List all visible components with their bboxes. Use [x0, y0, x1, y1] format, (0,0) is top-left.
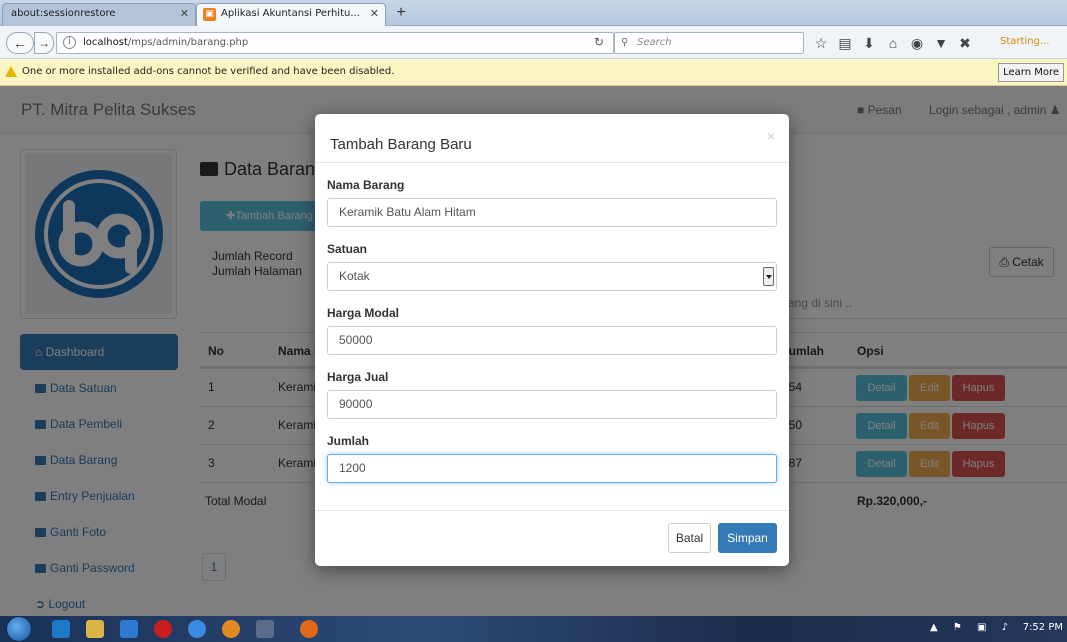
- chevron-down-icon[interactable]: [763, 267, 774, 286]
- url-host: localhost: [83, 37, 128, 48]
- satuan-label: Satuan: [327, 242, 368, 256]
- tab-aplikasi-akuntansi[interactable]: ▣ Aplikasi Akuntansi Perhitu... ✕: [196, 3, 386, 26]
- url-path: /mps/admin/barang.php: [127, 37, 249, 48]
- satuan-selected-value: Kotak: [339, 269, 370, 283]
- window-icon[interactable]: [256, 620, 274, 638]
- modal-header-divider: [315, 162, 789, 163]
- tab-session-restore[interactable]: about:sessionrestore ✕: [2, 3, 196, 26]
- warning-text: One or more installed add-ons cannot be …: [22, 66, 395, 77]
- extension-status: Starting...: [1000, 36, 1050, 47]
- home-icon[interactable]: ⌂: [884, 35, 902, 51]
- info-icon[interactable]: i: [63, 36, 76, 49]
- close-icon[interactable]: ×: [767, 128, 775, 144]
- url-bar[interactable]: i localhost/mps/admin/barang.php: [56, 32, 614, 54]
- browser-nav-bar: ← → i localhost/mps/admin/barang.php ↻ ⚲…: [0, 26, 1067, 59]
- modal-footer-divider: [315, 510, 789, 511]
- new-tab-button[interactable]: +: [390, 4, 412, 24]
- nama-barang-label: Nama Barang: [327, 178, 405, 192]
- jumlah-field[interactable]: 1200: [327, 454, 777, 483]
- pocket-icon[interactable]: ▼: [932, 35, 950, 51]
- reload-icon[interactable]: ↻: [594, 35, 604, 49]
- app-icon[interactable]: [120, 620, 138, 638]
- explorer-icon[interactable]: [86, 620, 104, 638]
- forward-button[interactable]: →: [34, 32, 54, 54]
- simpan-button[interactable]: Simpan: [718, 523, 777, 553]
- tab-label: Aplikasi Akuntansi Perhitu...: [221, 8, 360, 19]
- tab-label: about:sessionrestore: [11, 8, 116, 19]
- bookmarks-list-icon[interactable]: ▤: [836, 35, 854, 51]
- back-button[interactable]: ←: [6, 32, 34, 54]
- harga-modal-label: Harga Modal: [327, 306, 400, 320]
- tambah-barang-modal: Tambah Barang Baru × Nama Barang Keramik…: [315, 114, 789, 566]
- chat-icon[interactable]: ◉: [908, 35, 926, 51]
- firefox-icon[interactable]: [222, 620, 240, 638]
- addon-warning-bar: One or more installed add-ons cannot be …: [0, 59, 1067, 86]
- warning-icon: [5, 66, 17, 77]
- harga-jual-label: Harga Jual: [327, 370, 389, 384]
- learn-more-button[interactable]: Learn More: [998, 63, 1064, 82]
- ie-icon[interactable]: [52, 620, 70, 638]
- chrome-icon[interactable]: [188, 620, 206, 638]
- download-icon[interactable]: ⬇: [860, 35, 878, 51]
- start-button[interactable]: [6, 616, 32, 642]
- harga-jual-field[interactable]: 90000: [327, 390, 777, 419]
- search-bar[interactable]: ⚲ Search: [614, 32, 804, 54]
- tab-close-icon[interactable]: ✕: [370, 4, 379, 24]
- windows-taskbar: ▲ ⚑ ▣ ♪ 7:52 PM: [0, 616, 1067, 642]
- batal-button[interactable]: Batal: [668, 523, 711, 553]
- system-tray[interactable]: ▲ ⚑ ▣ ♪: [930, 622, 1014, 633]
- extension-icon[interactable]: ✖: [956, 35, 974, 51]
- jumlah-label: Jumlah: [327, 434, 370, 448]
- satuan-select[interactable]: Kotak: [327, 262, 777, 291]
- modal-title: Tambah Barang Baru: [330, 136, 472, 153]
- nama-barang-field[interactable]: Keramik Batu Alam Hitam: [327, 198, 777, 227]
- firefox-active-icon[interactable]: [300, 620, 318, 638]
- browser-tab-bar: about:sessionrestore ✕ ▣ Aplikasi Akunta…: [0, 0, 1067, 26]
- search-icon: ⚲: [621, 37, 629, 48]
- harga-modal-field[interactable]: 50000: [327, 326, 777, 355]
- search-placeholder: Search: [637, 37, 672, 48]
- clock[interactable]: 7:52 PM: [1023, 622, 1063, 633]
- tab-close-icon[interactable]: ✕: [180, 4, 189, 24]
- opera-icon[interactable]: [154, 620, 172, 638]
- favicon-icon: ▣: [203, 8, 216, 21]
- bookmark-star-icon[interactable]: ☆: [812, 35, 830, 51]
